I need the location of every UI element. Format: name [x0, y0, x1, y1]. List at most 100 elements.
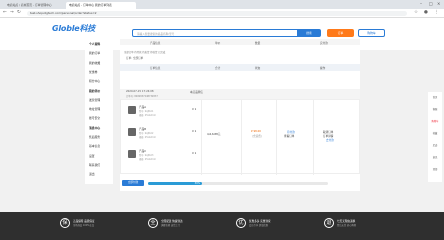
status-price: ¥ 98.00: [251, 130, 261, 133]
menu-icon[interactable]: ⋮: [434, 10, 439, 15]
order-button[interactable]: 订单: [327, 29, 354, 37]
maximize-icon[interactable]: □: [429, 1, 433, 6]
status-price-sub: (含运费): [252, 135, 262, 138]
search-button[interactable]: 搜索: [297, 29, 321, 37]
sidebar-item[interactable]: 设置: [89, 154, 95, 158]
minimize-icon[interactable]: –: [420, 1, 422, 6]
rail-item[interactable]: 客服: [429, 107, 441, 111]
footer-badge-icon: 退: [324, 218, 334, 228]
sidebar-item[interactable]: 消息中心: [89, 126, 100, 130]
footer-block: 退七天无理由退换 售后无忧 放心购物: [324, 218, 396, 236]
list-item[interactable]: 产品A 型号: SAJ8-01 规格: 25x12mm X 1: [124, 102, 199, 122]
filter-text: 全部订单 待付款 待发货 待收货 已完成: [124, 50, 166, 54]
browser-tab[interactable]: 电商站点 / 商城首页 - 订单管理中心: [4, 2, 64, 9]
footer-block: 全全国配送 快速到达 满额包邮 送货上门: [148, 218, 220, 236]
site-footer: 保正品保障 品质保证 全场商品 100%正品全全国配送 快速到达 满额包邮 送货上门…: [0, 212, 444, 240]
footer-subtitle: 满额包邮 送货上门: [161, 224, 181, 227]
product-qty: X 1: [192, 130, 197, 133]
search-placeholder: 请输入您要搜索的商品名称/型号: [137, 33, 175, 36]
footer-badge-icon: 优: [236, 218, 246, 228]
product-thumbnail[interactable]: [128, 128, 136, 136]
divider: [201, 100, 202, 175]
url-field[interactable]: test.shopvilgtech.com/personal/order?sta…: [27, 11, 407, 16]
footer-badge-icon: 保: [60, 218, 70, 228]
footer-block: 优优惠多多 实惠到家 会员专享 超值优惠: [236, 218, 308, 236]
sidebar-item[interactable]: 退出: [89, 172, 95, 176]
progress-fill: 30%: [148, 182, 202, 185]
divider: [313, 100, 314, 175]
product-qty: X 1: [192, 108, 197, 111]
sidebar-item[interactable]: 账号安全: [89, 116, 100, 120]
browser-tabbar: 电商站点 / 商城首页 - 订单管理中心 电商站点 - 订单中心 我的订单列表 …: [0, 0, 444, 9]
sidebar-item[interactable]: 我的收藏: [89, 61, 100, 65]
product-qty: X 1: [192, 152, 197, 155]
col-status: 状态: [255, 66, 261, 70]
rail-item[interactable]: 顶部: [429, 167, 441, 171]
product-spec2: 规格: 25x12mm: [139, 158, 156, 161]
th-qty: 数量: [255, 41, 261, 45]
view-order-link[interactable]: 查看订单: [284, 134, 294, 138]
rail-item[interactable]: 购物车: [429, 119, 441, 123]
list-item[interactable]: 产品B 型号: SAJ8-02 规格: 25x12mm X 1: [124, 124, 199, 144]
sidebar-item[interactable]: 售后服务: [89, 135, 100, 139]
address-bar: ← → ↻ test.shopvilgtech.com/personal/ord…: [0, 9, 444, 18]
pay-now-link[interactable]: 去付款: [326, 138, 334, 142]
product-thumbnail[interactable]: [128, 150, 136, 158]
sidebar-item[interactable]: 积分中心: [89, 79, 100, 83]
footer-subtitle: 会员专享 超值优惠: [249, 224, 269, 227]
order-body: 产品A 型号: SAJ8-01 规格: 25x12mm X 1 产品B 型号: …: [120, 99, 360, 175]
sidebar-item[interactable]: 联系我们: [89, 163, 100, 167]
product-spec2: 规格: 25x12mm: [139, 136, 156, 139]
order-panel: 产品信息 单价 数量 实付款 全部订单 待付款 待发货 待收货 已完成 订单: …: [120, 39, 360, 191]
pay-bar: 立即付款 30%: [120, 179, 360, 187]
star-icon[interactable]: ☆: [414, 10, 418, 15]
sidebar-item[interactable]: 我的订单: [89, 51, 100, 55]
sidebar-item[interactable]: 我的评价: [89, 89, 100, 93]
shop-text: 订单: 全部订单: [126, 56, 144, 60]
progress-label: 30%: [194, 181, 200, 185]
profile-icon[interactable]: ●: [424, 10, 428, 15]
close-icon[interactable]: ×: [437, 1, 440, 6]
order-shop[interactable]: 本店品牌店: [190, 90, 203, 94]
divider: [241, 100, 242, 175]
order-col-header: 订单信息 合计 状态 操作: [120, 64, 360, 71]
th-paid: 实付款: [320, 41, 328, 45]
footer-subtitle: 售后无忧 放心购物: [337, 224, 357, 227]
site-logo[interactable]: Globle科技: [52, 23, 95, 34]
list-item[interactable]: 产品C 型号: SAJ8-03 规格: 25x12mm X 1: [124, 146, 199, 166]
right-rail: 首页客服购物车收藏足迹意见顶部: [428, 92, 442, 182]
back-icon[interactable]: ←: [3, 10, 7, 15]
progress-bar: 30%: [148, 182, 328, 185]
col-action: 操作: [320, 66, 326, 70]
rail-item[interactable]: 足迹: [429, 143, 441, 147]
order-head: 2020-07-15 17:24:08 订单号: 848283724873283…: [120, 89, 360, 99]
rail-item[interactable]: 意见: [429, 155, 441, 159]
cart-button[interactable]: 购物车: [358, 29, 385, 37]
shop-row: 订单: 全部订单: [120, 54, 360, 60]
footer-block: 保正品保障 品质保证 全场商品 100%正品: [60, 218, 132, 236]
order-total: 4,6,6.88元: [207, 133, 221, 136]
th-price: 单价: [215, 41, 221, 45]
sidebar-item[interactable]: 基本信息: [89, 144, 100, 148]
reload-icon[interactable]: ↻: [17, 10, 21, 15]
col-total: 合计: [215, 66, 221, 70]
search-input[interactable]: 请输入您要搜索的商品名称/型号: [132, 29, 300, 37]
order-date: 2020-07-15 17:24:08: [126, 90, 154, 93]
footer-badge-icon: 全: [148, 218, 158, 228]
sidebar-item[interactable]: 个人资料: [89, 42, 100, 46]
product-thumbnail[interactable]: [128, 106, 136, 114]
divider: [276, 100, 277, 175]
browser-tab-active[interactable]: 电商站点 - 订单中心 我的订单列表: [66, 2, 136, 9]
rail-item[interactable]: 收藏: [429, 131, 441, 135]
table-head: 产品信息 单价 数量 实付款: [120, 39, 360, 45]
order-number: 订单号: 8482837248732837: [126, 95, 158, 98]
sidebar-item[interactable]: 发票管理: [89, 98, 100, 102]
sidebar-item[interactable]: 优惠券: [89, 70, 97, 74]
rail-item[interactable]: 首页: [429, 95, 441, 99]
sidebar-item[interactable]: 地址管理: [89, 107, 100, 111]
product-spec2: 规格: 25x12mm: [139, 114, 156, 117]
forward-icon[interactable]: →: [10, 10, 14, 15]
account-sidebar: 个人资料我的订单我的收藏优惠券积分中心我的评价发票管理地址管理账号安全消息中心售…: [85, 39, 113, 184]
col-order-info: 订单信息: [150, 66, 161, 70]
pay-button[interactable]: 立即付款: [122, 180, 144, 186]
